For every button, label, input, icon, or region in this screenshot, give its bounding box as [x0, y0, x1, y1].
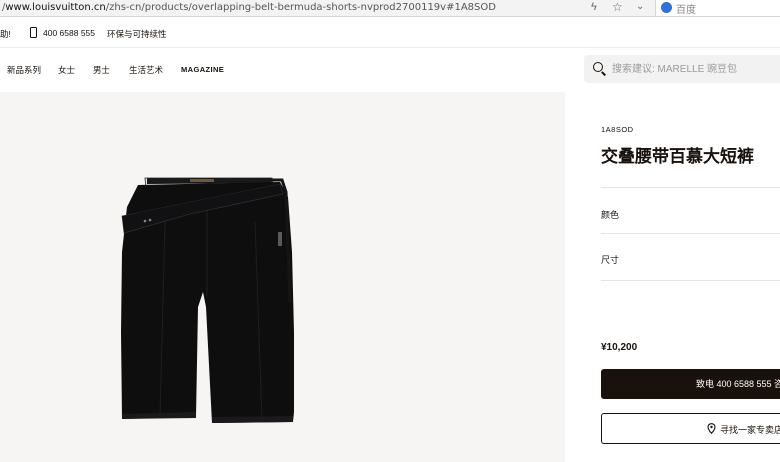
divider: [601, 233, 780, 234]
find-store-label: 寻找一家专卖店: [720, 425, 780, 435]
chevron-down-icon[interactable]: ⌄: [636, 1, 644, 12]
nav-item-men[interactable]: 男士: [93, 64, 110, 76]
location-pin-icon: [707, 423, 716, 434]
sustainability-link[interactable]: 环保与可持续性: [107, 28, 167, 40]
product-sku: 1A8SOD: [601, 125, 634, 134]
main-nav: 新品系列 女士 男士 生活艺术 MAGAZINE: [0, 48, 780, 92]
nav-item-new[interactable]: 新品系列: [7, 64, 41, 76]
product-title: 交叠腰带百慕大短裤: [601, 147, 754, 166]
utility-bar: 助! 400 6588 555 环保与可持续性: [0, 18, 780, 48]
divider: [601, 280, 780, 281]
phone-icon: [30, 27, 37, 38]
nav-item-magazine[interactable]: MAGAZINE: [181, 65, 224, 74]
star-icon[interactable]: ☆: [612, 0, 623, 14]
color-selector[interactable]: 颜色: [601, 208, 619, 221]
find-store-button[interactable]: 寻找一家专卖店: [601, 413, 780, 444]
product-details: 1A8SOD 交叠腰带百慕大短裤 颜色 尺寸 ¥10,200 致电 400 65…: [565, 92, 780, 462]
product-price: ¥10,200: [601, 342, 638, 353]
product-image-shorts[interactable]: [0, 92, 565, 462]
bolt-icon[interactable]: ϟ: [591, 1, 597, 13]
paw-icon: [661, 2, 672, 13]
size-selector[interactable]: 尺寸: [601, 253, 619, 266]
search-engine-name: 百度: [676, 5, 696, 16]
product-image-panel: [0, 92, 565, 462]
search-icon[interactable]: [593, 62, 603, 72]
browser-address-bar: /www.louisvuitton.cn/zhs-cn/products/ove…: [0, 0, 780, 17]
address-url[interactable]: /www.louisvuitton.cn/zhs-cn/products/ove…: [2, 2, 496, 13]
nav-item-art-of-living[interactable]: 生活艺术: [129, 64, 163, 76]
nav-item-women[interactable]: 女士: [58, 64, 75, 76]
call-button[interactable]: 致电 400 6588 555 咨询: [601, 369, 780, 399]
help-link[interactable]: 助!: [0, 28, 11, 40]
browser-search-box[interactable]: 百度: [655, 0, 780, 16]
phone-link[interactable]: 400 6588 555: [43, 28, 95, 38]
site-search-bar[interactable]: [584, 55, 780, 83]
divider: [601, 187, 780, 188]
search-input[interactable]: [612, 60, 777, 78]
